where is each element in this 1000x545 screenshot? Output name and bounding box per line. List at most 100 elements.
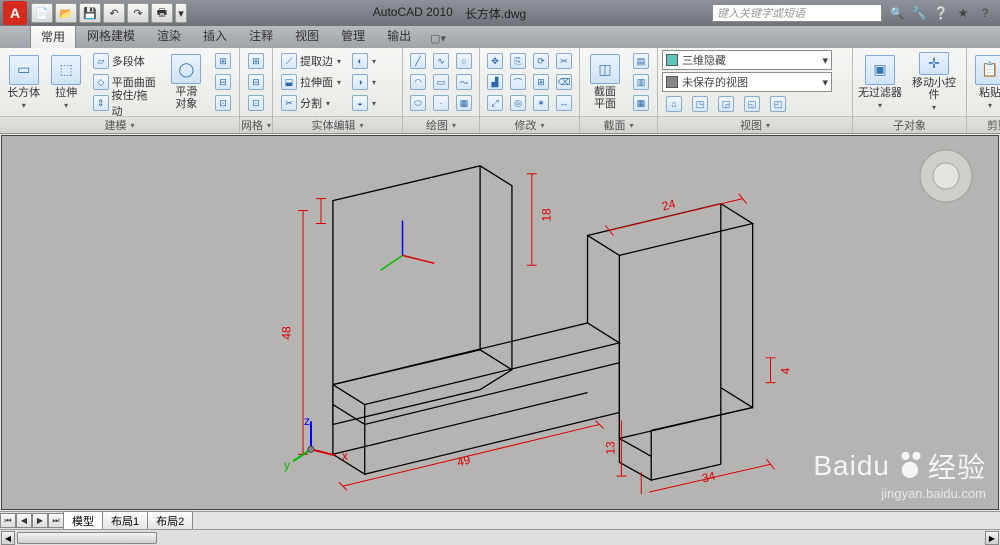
presspull-button[interactable]: ⇕按住/拖动 [89,93,162,113]
visualstyle-combo[interactable]: 三维隐藏▾ [662,50,832,70]
mesh-more-3[interactable]: ⊡ [211,93,235,113]
paste-label: 粘贴 [979,87,1000,99]
namedview-combo[interactable]: 未保存的视图▾ [662,72,832,92]
star-icon[interactable]: ★ [954,4,972,22]
tab-render[interactable]: 渲染 [146,23,192,48]
layout-tab-1[interactable]: 布局1 [102,511,148,530]
qat-open-icon[interactable]: 📂 [55,3,77,23]
extrude-button[interactable]: ⬚ 拉伸 ▾ [46,51,85,113]
mod-copy[interactable]: ⎘ [507,51,529,71]
app-menu-button[interactable] [3,1,27,25]
se-3[interactable]: ◒▾ [348,93,380,113]
view-c[interactable]: ◲ [714,94,738,114]
panel-clipboard-title: 剪贴板 [987,117,1000,133]
mod-array[interactable]: ⊞ [530,72,552,92]
namedview-swatch-icon [666,76,678,88]
tab-output[interactable]: 输出 [376,23,422,48]
comm-icon[interactable]: ❔ [932,4,950,22]
scroll-thumb[interactable] [17,532,157,544]
draw-point[interactable]: · [430,93,452,113]
layout-tab-model[interactable]: 模型 [63,511,103,530]
mod-trim[interactable]: ✂ [553,51,575,71]
qat-redo-icon[interactable]: ↷ [127,3,149,23]
view-e[interactable]: ◰ [766,94,790,114]
extrudeface-button[interactable]: ⬓拉伸面▾ [277,72,345,92]
se-2[interactable]: ◑▾ [348,72,380,92]
draw-arc[interactable]: ◠ [407,72,429,92]
draw-line[interactable]: ╱ [407,51,429,71]
view-a[interactable]: ⌂ [662,94,686,114]
layout-prev-icon[interactable]: ◀ [16,513,32,528]
tab-view[interactable]: 视图 [284,23,330,48]
paste-icon: 📋 [975,55,1000,85]
mod-mirror[interactable]: ▟ [484,72,506,92]
box-icon: ▭ [9,55,39,85]
ribbon-extra-controls: ▢▾ [430,32,446,48]
gizmo-button[interactable]: ✛ 移动小控件 ▾ [906,51,962,113]
mesh-c[interactable]: ⊡ [244,93,268,113]
help-icon[interactable]: ? [976,4,994,22]
mesh-a[interactable]: ⊞ [244,51,268,71]
nofilter-button[interactable]: ▣ 无过滤器 ▾ [857,51,903,113]
mod-stretch[interactable]: ↔ [553,93,575,113]
qat-print-icon[interactable]: 🖶 [151,3,173,23]
mod-rotate[interactable]: ⟳ [530,51,552,71]
scroll-right-icon[interactable]: ▶ [985,531,999,545]
draw-region[interactable]: ▦ [453,93,475,113]
sec-b[interactable]: ▥ [629,72,653,92]
view-b[interactable]: ◳ [688,94,712,114]
horizontal-scrollbar[interactable]: ◀ ▶ [0,529,1000,545]
navigation-wheel[interactable] [916,146,976,206]
mesh-more-1[interactable]: ⊞ [211,51,235,71]
tab-manage[interactable]: 管理 [330,23,376,48]
layout-tab-2[interactable]: 布局2 [147,511,193,530]
mod-offset[interactable]: ◎ [507,93,529,113]
scroll-left-icon[interactable]: ◀ [1,531,15,545]
search-icon[interactable]: 🔍 [888,4,906,22]
tab-home[interactable]: 常用 [30,24,76,48]
layout-next-icon[interactable]: ▶ [32,513,48,528]
separate-button[interactable]: ✂分割▾ [277,93,345,113]
qat-undo-icon[interactable]: ↶ [103,3,125,23]
dim-4: 4 [778,368,792,375]
se-1[interactable]: ◐▾ [348,51,380,71]
qat-dropdown-icon[interactable]: ▾ [175,3,187,23]
draw-circle[interactable]: ○ [453,51,475,71]
extractedge-button[interactable]: ⟋提取边▾ [277,51,345,71]
sectionplane-button[interactable]: ◫ 截面 平面 [584,51,626,113]
qat-new-icon[interactable]: 📄 [31,3,53,23]
view-d[interactable]: ◱ [740,94,764,114]
layout-first-icon[interactable]: ⏮ [0,513,16,528]
nofilter-label: 无过滤器 [858,87,902,99]
smooth-label: 平滑 对象 [175,86,197,110]
mod-explode[interactable]: ✶ [530,93,552,113]
dim-13: 13 [604,441,618,454]
mod-scale[interactable]: ⤢ [484,93,506,113]
draw-ellipse[interactable]: ⬭ [407,93,429,113]
mesh-b[interactable]: ⊟ [244,72,268,92]
qat-save-icon[interactable]: 💾 [79,3,101,23]
sec-c[interactable]: ▦ [629,93,653,113]
mod-erase[interactable]: ⌫ [553,72,575,92]
ribbon-expand-icon[interactable]: ▢▾ [430,32,446,45]
tab-mesh[interactable]: 网格建模 [76,23,146,48]
smooth-button[interactable]: ◯ 平滑 对象 [165,51,208,113]
draw-pline[interactable]: ∿ [430,51,452,71]
mod-move[interactable]: ✥ [484,51,506,71]
panel-solidedit-title: 实体编辑 [311,117,355,133]
sec-a[interactable]: ▤ [629,51,653,71]
paste-button[interactable]: 📋 粘贴 ▾ [971,51,1000,113]
tab-annotate[interactable]: 注释 [238,23,284,48]
draw-spline[interactable]: ～ [453,72,475,92]
mesh-more-2[interactable]: ⊟ [211,72,235,92]
key-icon[interactable]: 🔧 [910,4,928,22]
draw-rect[interactable]: ▭ [430,72,452,92]
mod-fillet[interactable]: ⌒ [507,72,529,92]
tab-insert[interactable]: 插入 [192,23,238,48]
drawing-viewport[interactable]: 48 18 24 4 13 34 49 x y z Baidu 经验 jingy… [1,135,999,510]
polysolid-button[interactable]: ▱多段体 [89,51,162,71]
box-button[interactable]: ▭ 长方体 ▾ [4,51,43,113]
box-label: 长方体 [7,87,40,99]
infocenter-search[interactable]: 键入关键字或短语 [712,4,882,22]
layout-last-icon[interactable]: ⏭ [48,513,64,528]
